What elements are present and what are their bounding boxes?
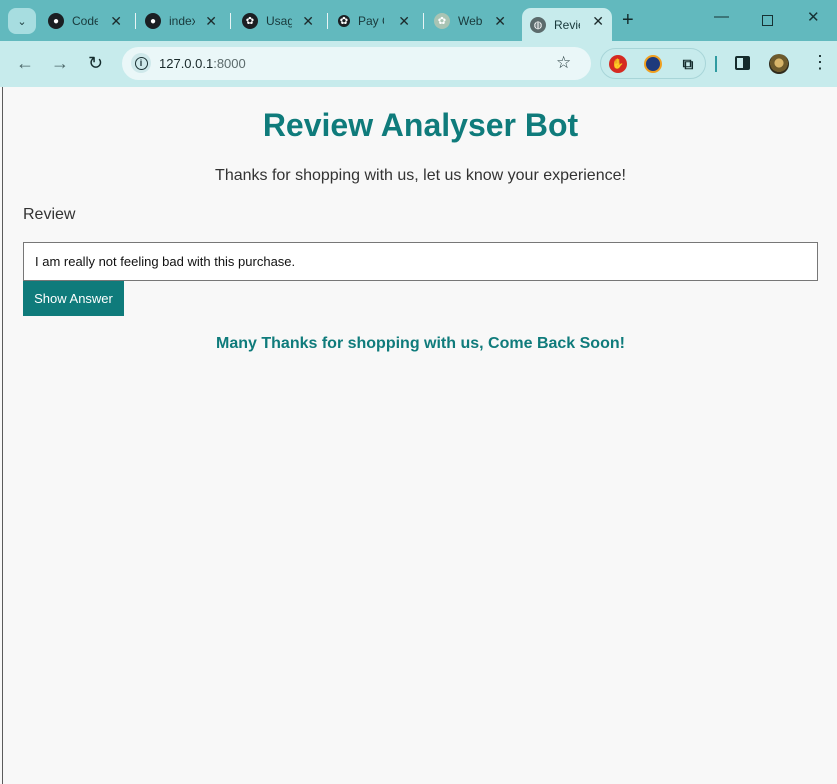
close-icon[interactable]: ✕: [110, 13, 122, 30]
close-icon[interactable]: ✕: [205, 13, 217, 30]
tab-strip: ⌄ ● Code ✕ ● index ✕ ✿ Usage ✕ ✿ Pay C ✕…: [0, 0, 837, 42]
window-close-icon[interactable]: ✕: [807, 8, 820, 26]
url-text[interactable]: 127.0.0.1:8000: [159, 56, 246, 71]
side-panel-icon[interactable]: [735, 56, 750, 70]
profile-avatar[interactable]: [769, 54, 789, 74]
url-port: :8000: [213, 56, 246, 71]
more-menu-icon[interactable]: ⋮: [811, 53, 829, 71]
page-title: Review Analyser Bot: [262, 107, 579, 143]
site-info-icon[interactable]: i: [131, 53, 151, 73]
tab-divider: [135, 13, 136, 29]
reload-icon[interactable]: ↻: [88, 53, 103, 74]
browser-toolbar: ← → ↻ i 127.0.0.1:8000 ☆ ✋ ⧉ ⋮: [0, 41, 837, 87]
review-input[interactable]: [23, 242, 818, 281]
github-icon: ●: [48, 13, 64, 29]
toolbar-divider: [715, 56, 717, 72]
back-arrow-icon[interactable]: ←: [16, 53, 34, 74]
tab-title: Usage: [266, 14, 292, 28]
close-icon[interactable]: ✕: [494, 13, 506, 30]
tab-pay[interactable]: ✿ Pay C ✕: [338, 8, 418, 34]
result-message: Many Thanks for shopping with us, Come B…: [216, 335, 625, 352]
tab-title: Review: [554, 18, 580, 32]
openai-icon: ✿: [242, 13, 258, 29]
tab-index[interactable]: ● index ✕: [145, 8, 225, 34]
tab-title: Code: [72, 14, 98, 28]
tab-divider: [423, 13, 424, 29]
forward-arrow-icon[interactable]: →: [51, 53, 69, 74]
puzzle-extensions-icon[interactable]: ⧉: [679, 55, 697, 73]
tab-divider: [327, 13, 328, 29]
tab-title: index: [169, 14, 195, 28]
url-host: 127.0.0.1: [159, 56, 214, 71]
tab-title: Pay C: [358, 14, 384, 28]
adblock-extension-icon[interactable]: ✋: [609, 55, 627, 73]
extensions-group: ✋ ⧉: [600, 48, 706, 79]
extension-icon[interactable]: [644, 55, 662, 73]
close-icon[interactable]: ✕: [398, 13, 410, 30]
address-bar[interactable]: i 127.0.0.1:8000 ☆: [122, 47, 591, 80]
tab-title: Web: [458, 14, 483, 28]
minimize-icon[interactable]: —: [714, 8, 729, 25]
tab-search-button[interactable]: ⌄: [8, 8, 36, 34]
show-answer-button[interactable]: Show Answer: [23, 281, 124, 316]
globe-icon: ◍: [530, 17, 546, 33]
tab-web[interactable]: ✿ Web ✕: [434, 8, 514, 34]
close-icon[interactable]: ✕: [592, 13, 604, 30]
tab-review[interactable]: ◍ Review ✕: [522, 8, 612, 42]
openai-icon: ✿: [338, 15, 350, 27]
new-tab-icon[interactable]: +: [622, 9, 634, 32]
page-content: Review Analyser Bot Thanks for shopping …: [2, 87, 837, 784]
tab-code[interactable]: ● Code ✕: [48, 8, 130, 34]
maximize-icon[interactable]: [762, 15, 773, 26]
close-icon[interactable]: ✕: [302, 13, 314, 30]
review-label: Review: [23, 206, 76, 223]
tab-divider: [230, 13, 231, 29]
bookmark-star-icon[interactable]: ☆: [556, 53, 571, 73]
page-subtitle: Thanks for shopping with us, let us know…: [215, 167, 626, 184]
openai-icon: ✿: [434, 13, 450, 29]
github-icon: ●: [145, 13, 161, 29]
tab-usage[interactable]: ✿ Usage ✕: [242, 8, 322, 34]
